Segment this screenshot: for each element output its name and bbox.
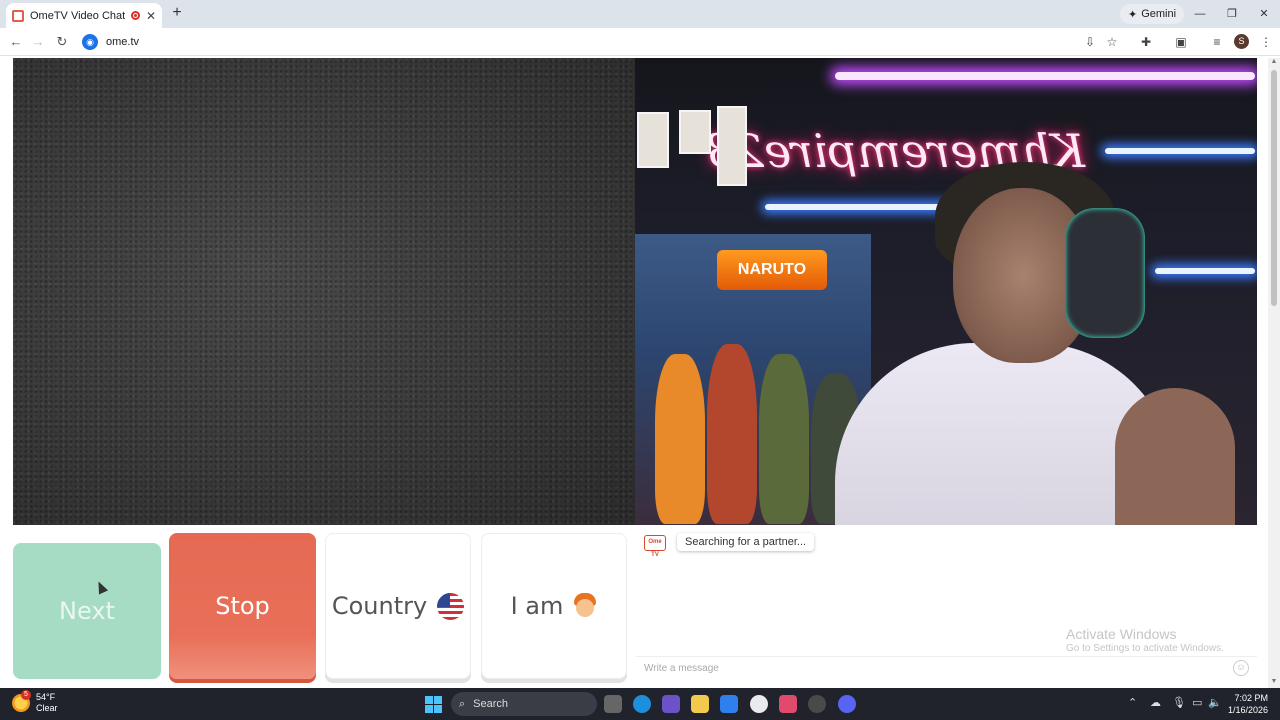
- next-button[interactable]: Next: [13, 543, 161, 679]
- weather-widget[interactable]: 5 54°F Clear: [12, 690, 58, 714]
- extensions-icon[interactable]: ✚: [1138, 34, 1154, 50]
- url-text[interactable]: ome.tv: [106, 36, 139, 48]
- onedrive-icon[interactable]: ☁: [1150, 696, 1161, 709]
- edge-icon[interactable]: [633, 695, 651, 713]
- system-clock[interactable]: 7:02 PM 1/16/2026: [1226, 692, 1268, 716]
- tray-chevron-icon[interactable]: ⌃: [1128, 696, 1137, 709]
- discord-icon[interactable]: [838, 695, 856, 713]
- activate-windows-title: Activate Windows: [1066, 626, 1177, 642]
- activate-windows-subtitle: Go to Settings to activate Windows.: [1066, 643, 1224, 654]
- new-tab-button[interactable]: +: [168, 4, 186, 22]
- weather-temp: 54°F: [36, 692, 56, 702]
- side-panel-icon[interactable]: ▣: [1173, 34, 1189, 50]
- neon-light-strip: [1105, 148, 1255, 154]
- site-info-icon[interactable]: ◉: [82, 34, 98, 50]
- recording-indicator-icon: [130, 11, 140, 20]
- tab-close-icon[interactable]: ✕: [146, 9, 156, 23]
- weather-badge: 5: [21, 690, 31, 700]
- bookmark-star-icon[interactable]: ☆: [1104, 34, 1120, 50]
- scroll-down-icon[interactable]: ▼: [1268, 678, 1280, 688]
- store-icon[interactable]: [720, 695, 738, 713]
- taskbar-search[interactable]: ⌕ Search: [451, 692, 597, 716]
- weather-condition: Clear: [36, 703, 58, 713]
- search-icon: ⌕: [459, 697, 466, 710]
- male-avatar-icon: [573, 593, 597, 619]
- browser-tab-strip: OmeTV Video Chat — Ome ✕ + ✦ Gemini — ❐ …: [0, 0, 1280, 28]
- window-controls: — ❐ ✕: [1184, 0, 1280, 28]
- browser-tab[interactable]: OmeTV Video Chat — Ome ✕: [6, 3, 162, 28]
- menu-kebab-icon[interactable]: ⋮: [1258, 34, 1274, 50]
- reload-icon[interactable]: ↻: [54, 34, 70, 50]
- stop-label: Stop: [215, 592, 270, 620]
- gender-button[interactable]: I am: [481, 533, 627, 679]
- partner-video-static: [13, 58, 635, 525]
- gemini-label: Gemini: [1141, 8, 1177, 20]
- windows-taskbar: 5 54°F Clear ⌕ Search ⌃ ☁ 🎙 ▭ 🔈 7:02 PM …: [0, 688, 1280, 720]
- self-video: Khmerempire23 NARUTO: [635, 58, 1257, 525]
- m365-icon[interactable]: [662, 695, 680, 713]
- volume-icon[interactable]: 🔈: [1208, 696, 1222, 709]
- tab-title: OmeTV Video Chat — Ome: [30, 9, 125, 22]
- status-message: Searching for a partner...: [677, 533, 815, 551]
- media-controls-icon[interactable]: ≡: [1209, 34, 1225, 50]
- chat-panel: Ome TV Searching for a partner... Activa…: [636, 525, 1257, 681]
- forward-icon[interactable]: →: [30, 34, 46, 50]
- emoji-icon[interactable]: ☺: [1233, 660, 1249, 676]
- microphone-icon[interactable]: 🎙: [1172, 696, 1186, 709]
- chrome-icon[interactable]: [750, 695, 768, 713]
- scroll-up-icon[interactable]: ▲: [1268, 58, 1280, 68]
- file-explorer-icon[interactable]: [691, 695, 709, 713]
- clock-time: 7:02 PM: [1234, 693, 1268, 703]
- neon-light-strip: [1155, 268, 1255, 274]
- scroll-thumb[interactable]: [1271, 70, 1277, 306]
- start-button[interactable]: [425, 696, 442, 713]
- message-input[interactable]: Write a message: [636, 656, 1257, 681]
- settings-gear-icon[interactable]: [808, 695, 826, 713]
- app-icon[interactable]: [779, 695, 797, 713]
- page-scrollbar[interactable]: ▲ ▼: [1268, 58, 1280, 688]
- poster-character: [655, 354, 705, 524]
- network-icon[interactable]: ▭: [1192, 696, 1202, 709]
- poster-character: [759, 354, 809, 524]
- country-label: Country: [331, 592, 428, 620]
- wall-photo: [717, 106, 747, 186]
- weather-icon: 5: [12, 690, 31, 712]
- poster-title: NARUTO: [717, 250, 827, 290]
- poster-character: [707, 344, 757, 524]
- taskbar-search-placeholder: Search: [473, 698, 509, 710]
- ometv-logo-icon: Ome TV: [644, 535, 666, 558]
- gemini-icon: ✦: [1128, 8, 1138, 21]
- country-button[interactable]: Country: [325, 533, 471, 679]
- close-window-button[interactable]: ✕: [1248, 0, 1280, 28]
- minimize-button[interactable]: —: [1184, 0, 1216, 28]
- gemini-button[interactable]: ✦ Gemini: [1120, 4, 1185, 24]
- back-icon[interactable]: ←: [8, 34, 24, 50]
- restore-button[interactable]: ❐: [1216, 0, 1248, 28]
- install-app-icon[interactable]: ⇩: [1082, 34, 1098, 50]
- omnibox[interactable]: ◉ ome.tv: [82, 31, 1082, 53]
- ometv-favicon-icon: [12, 9, 24, 22]
- person-arm: [1115, 388, 1235, 525]
- profile-avatar[interactable]: S: [1234, 34, 1249, 49]
- neon-light-strip: [835, 72, 1255, 80]
- headphones: [1065, 208, 1145, 338]
- wall-photo: [637, 112, 669, 168]
- wall-photo: [679, 110, 711, 154]
- clock-date: 1/16/2026: [1227, 705, 1268, 715]
- us-flag-icon: [437, 592, 465, 620]
- stop-button[interactable]: Stop: [169, 533, 316, 679]
- task-view-icon[interactable]: [604, 695, 622, 713]
- next-label: Next: [59, 597, 115, 625]
- iam-label: I am: [510, 592, 564, 620]
- address-bar: ← → ↻ ◉ ome.tv ⇩ ☆ ✚ ▣ ≡ S ⋮: [0, 28, 1280, 56]
